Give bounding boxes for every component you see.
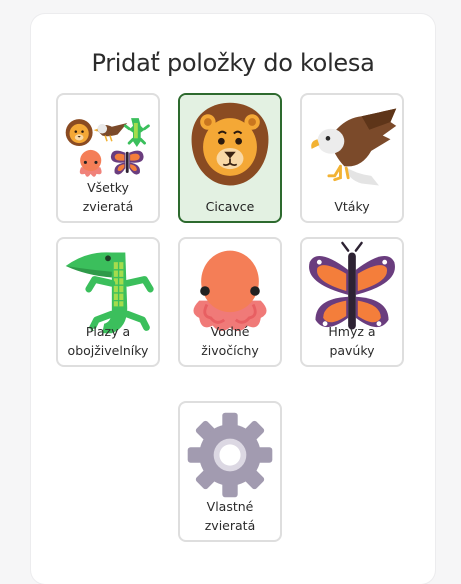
- category-label: Všetky zvieratá: [82, 180, 134, 214]
- lion-icon: [180, 95, 280, 199]
- gear-icon: [187, 412, 273, 498]
- category-card-mammals[interactable]: Cicavce: [178, 93, 282, 223]
- category-card-reptiles[interactable]: Plazy a obojživelníky: [56, 237, 160, 367]
- category-card-insects[interactable]: Hmyz a pavúky: [300, 237, 404, 367]
- category-label: Vodné živočíchy: [201, 324, 259, 358]
- category-card-birds[interactable]: Vtáky: [300, 93, 404, 223]
- category-card-all-animals[interactable]: Všetky zvieratá: [56, 93, 160, 223]
- category-label: Plazy a obojživelníky: [67, 324, 149, 358]
- category-label: Hmyz a pavúky: [328, 324, 376, 358]
- category-card-custom[interactable]: Vlastné zvieratá: [178, 401, 282, 542]
- eagle-icon: [311, 108, 397, 186]
- category-label: Cicavce: [205, 199, 255, 214]
- add-items-dialog: Pridať položky do kolesa Všetky zvieratá…: [31, 14, 435, 584]
- category-label: Vlastné zvieratá: [204, 499, 256, 533]
- category-label: Vtáky: [334, 199, 370, 214]
- category-card-aquatic[interactable]: Vodné živočíchy: [178, 237, 282, 367]
- dialog-title: Pridať položky do kolesa: [91, 49, 375, 77]
